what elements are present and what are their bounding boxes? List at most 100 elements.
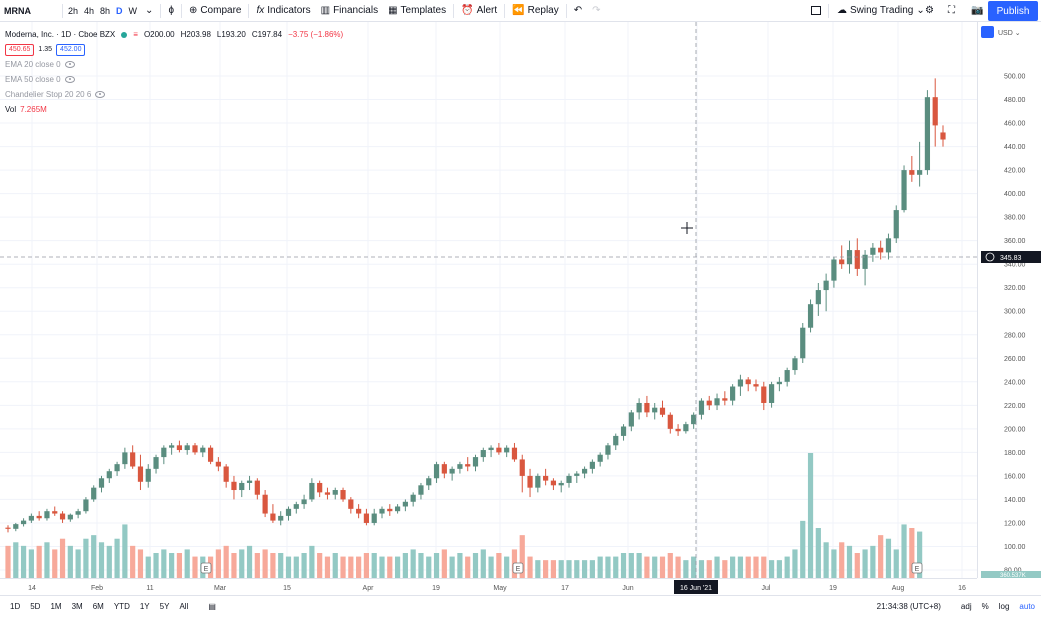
range-all[interactable]: All [174, 602, 193, 611]
candle-body[interactable] [169, 445, 175, 448]
candle-body[interactable] [418, 485, 424, 495]
range-3m[interactable]: 3M [67, 602, 88, 611]
candle-body[interactable] [815, 290, 821, 305]
currency-label[interactable]: USD ⌄ [998, 30, 1021, 37]
candle-body[interactable] [52, 511, 58, 514]
candle-body[interactable] [543, 475, 549, 481]
candle-body[interactable] [200, 447, 206, 453]
indicator-ema50[interactable]: EMA 50 close 0 [5, 72, 345, 87]
candle-body[interactable] [293, 504, 299, 509]
candle-body[interactable] [519, 459, 525, 476]
candle-body[interactable] [605, 445, 611, 455]
candle-body[interactable] [698, 400, 705, 415]
candle-body[interactable] [589, 461, 595, 469]
settings-button[interactable]: ⚙ [920, 0, 939, 22]
candle-body[interactable] [644, 402, 650, 413]
layout-menu[interactable]: ☁ Swing Trading ⌄ [832, 0, 930, 22]
candle-body[interactable] [745, 379, 751, 385]
candle-body[interactable] [36, 515, 42, 519]
candle-body[interactable] [558, 482, 564, 486]
auto-toggle[interactable]: auto [1014, 602, 1041, 611]
earnings-marker[interactable]: E [512, 562, 524, 574]
candle-body[interactable] [98, 478, 105, 488]
undo-button[interactable]: ↶ [569, 0, 587, 22]
candle-body[interactable] [449, 468, 455, 474]
candle-body[interactable] [379, 508, 385, 514]
candle-body[interactable] [753, 384, 759, 387]
candle-body[interactable] [792, 358, 798, 371]
candle-body[interactable] [901, 170, 907, 211]
candle-body[interactable] [262, 494, 268, 514]
candle-body[interactable] [59, 513, 66, 520]
candle-body[interactable] [652, 407, 658, 413]
candle-body[interactable] [714, 398, 720, 406]
indicator-ema20[interactable]: EMA 20 close 0 [5, 57, 345, 72]
candle-body[interactable] [628, 412, 634, 427]
range-6m[interactable]: 6M [88, 602, 109, 611]
range-1y[interactable]: 1Y [135, 602, 155, 611]
candle-body[interactable] [807, 304, 814, 328]
candle-body[interactable] [465, 464, 471, 467]
interval-2h[interactable]: 2h [65, 0, 81, 22]
candle-body[interactable] [488, 447, 494, 451]
candle-body[interactable] [184, 445, 190, 451]
range-5y[interactable]: 5Y [155, 602, 175, 611]
indicator-volume[interactable]: Vol 7.265M [5, 102, 345, 117]
candle-body[interactable] [823, 280, 829, 291]
candle-body[interactable] [706, 400, 712, 406]
candle-body[interactable] [496, 447, 502, 453]
log-toggle[interactable]: log [994, 602, 1015, 611]
sell-price-badge[interactable]: 450.65 [5, 43, 35, 56]
candle-body[interactable] [472, 457, 479, 467]
candle-body[interactable] [878, 247, 884, 253]
earnings-marker[interactable]: E [200, 562, 212, 574]
candle-body[interactable] [839, 259, 845, 265]
candle-body[interactable] [122, 452, 128, 465]
candle-body[interactable] [246, 480, 253, 483]
candle-body[interactable] [402, 501, 408, 507]
eye-icon[interactable] [64, 76, 75, 83]
candle-body[interactable] [800, 327, 806, 359]
interval-8h[interactable]: 8h [97, 0, 113, 22]
candle-body[interactable] [480, 450, 486, 458]
candle-body[interactable] [332, 490, 338, 495]
interval-w[interactable]: W [126, 0, 141, 22]
candle-body[interactable] [223, 466, 229, 482]
interval-d[interactable]: D [113, 0, 126, 22]
candle-body[interactable] [91, 487, 97, 500]
candle-body[interactable] [145, 468, 151, 482]
candle-body[interactable] [215, 461, 221, 467]
interval-dropdown[interactable]: ⌄ [140, 0, 158, 22]
candle-body[interactable] [909, 170, 915, 175]
candle-body[interactable] [137, 466, 144, 482]
candle-body[interactable] [831, 259, 837, 281]
candle-body[interactable] [130, 452, 136, 467]
candle-body[interactable] [527, 475, 533, 488]
candle-body[interactable] [566, 475, 572, 483]
candle-body[interactable] [504, 447, 510, 453]
candle-body[interactable] [636, 402, 642, 413]
adj-toggle[interactable]: adj [956, 602, 977, 611]
time-axis[interactable]: 14 Feb 11 Mar 15 Apr 19 May 17 Jun Jul 19 Aug 16 16 Ju… [0, 578, 977, 595]
candle-body[interactable] [161, 447, 167, 458]
range-1m[interactable]: 1M [45, 602, 66, 611]
time-scale[interactable]: 14 Feb 11 Mar 15 Apr 19 May 17 Jun Jul 19 Aug 16 16 Ju… [0, 579, 977, 596]
candle-body[interactable] [761, 386, 767, 403]
candle-body[interactable] [659, 407, 666, 415]
candle-body[interactable] [207, 447, 214, 462]
candle-body[interactable] [940, 132, 946, 140]
candle-body[interactable] [239, 482, 245, 491]
candle-body[interactable] [13, 524, 19, 529]
redo-button[interactable]: ↷ [587, 0, 605, 22]
indicator-chandelier[interactable]: Chandelier Stop 20 20 6 [5, 87, 345, 102]
candle-body[interactable] [324, 492, 331, 495]
scale-lock-icon[interactable] [981, 26, 994, 38]
candle-body[interactable] [153, 457, 159, 469]
price-axis[interactable]: USD ⌄ 500.00 480.00 460.00 440.00 420.00 400.0… [977, 22, 1041, 579]
range-ytd[interactable]: YTD [109, 602, 135, 611]
clock[interactable]: 21:34:38 (UTC+8) [872, 602, 946, 611]
candle-body[interactable] [28, 515, 34, 521]
price-scale[interactable]: USD ⌄ 500.00 480.00 460.00 440.00 420.00 400.0… [978, 22, 1041, 579]
fullscreen-button[interactable]: ⛶ [943, 0, 960, 22]
candle-body[interactable] [317, 482, 323, 493]
